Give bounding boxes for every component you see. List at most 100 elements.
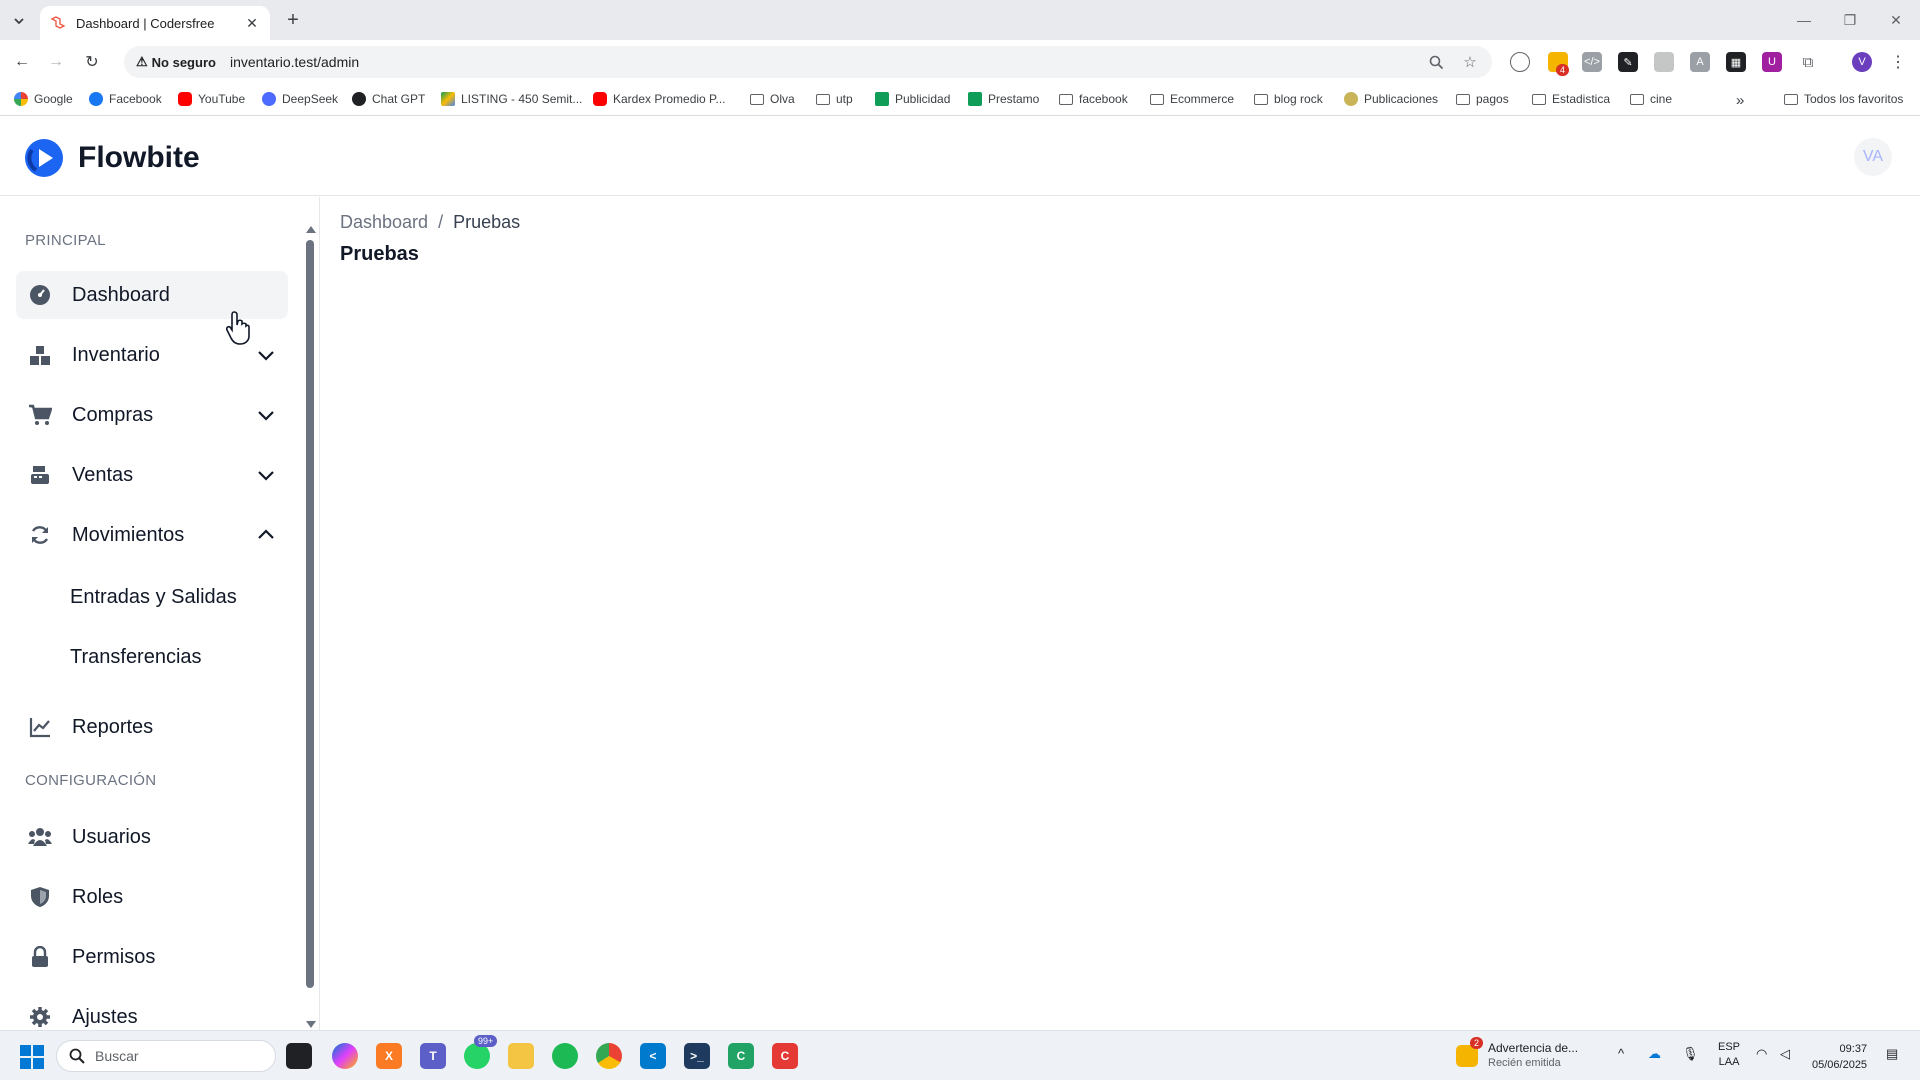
microphone-icon[interactable]: 🎙	[1682, 1046, 1699, 1062]
tab-search-button[interactable]	[8, 10, 30, 32]
copilot-icon[interactable]	[332, 1043, 358, 1069]
extension-chat-icon[interactable]	[1654, 52, 1674, 72]
zoom-icon[interactable]	[1426, 52, 1446, 72]
bookmark-kardex[interactable]: Kardex Promedio P...	[593, 92, 726, 106]
onedrive-icon[interactable]: ☁	[1648, 1046, 1661, 1062]
forward-button[interactable]: →	[44, 50, 68, 74]
sidebar-item-ajustes[interactable]: Ajustes	[16, 993, 288, 1030]
bookmark-listing[interactable]: LISTING - 450 Semit...	[441, 92, 582, 106]
bookmark-publicaciones[interactable]: Publicaciones	[1344, 92, 1438, 106]
vscode-icon[interactable]: <	[640, 1043, 666, 1069]
sidebar-item-reportes[interactable]: Reportes	[16, 703, 288, 751]
volume-icon[interactable]: ◁	[1780, 1046, 1790, 1062]
chrome-icon[interactable]	[596, 1043, 622, 1069]
extension-1-icon[interactable]	[1510, 52, 1530, 72]
system-clock[interactable]: 09:37 05/06/2025	[1812, 1041, 1867, 1073]
bookmark-cine[interactable]: cine	[1630, 92, 1672, 106]
teams-icon[interactable]: T	[420, 1043, 446, 1069]
scroll-down-arrow[interactable]	[306, 1021, 316, 1028]
all-bookmarks-button[interactable]: Todos los favoritos	[1784, 92, 1903, 106]
sheets-icon	[968, 92, 982, 106]
not-secure-indicator[interactable]: ⚠ No seguro	[136, 54, 216, 70]
close-window-button[interactable]: ✕	[1876, 8, 1916, 32]
scroll-up-arrow[interactable]	[306, 226, 316, 233]
sidebar-item-label: Ajustes	[72, 1005, 138, 1028]
restore-window-button[interactable]: ❐	[1830, 8, 1870, 32]
notification-center-icon[interactable]: ▤	[1886, 1046, 1898, 1062]
file-explorer-icon[interactable]	[508, 1043, 534, 1069]
terminal-icon[interactable]: >_	[684, 1043, 710, 1069]
language-code: ESP	[1718, 1041, 1741, 1053]
bookmark-pagos[interactable]: pagos	[1456, 92, 1509, 106]
sidebar-scrollbar-thumb[interactable]	[306, 240, 314, 988]
back-button[interactable]: ←	[10, 50, 34, 74]
extensions-puzzle-icon[interactable]: ⧉	[1798, 52, 1818, 72]
extension-code-icon[interactable]: </>	[1582, 52, 1602, 72]
folder-icon	[1532, 93, 1546, 105]
extension-badge: 4	[1556, 64, 1570, 76]
reload-button[interactable]: ↻	[80, 50, 104, 74]
profile-avatar[interactable]: V	[1852, 52, 1872, 72]
bookmark-estadistica[interactable]: Estadistica	[1532, 92, 1610, 106]
bookmark-ecommerce[interactable]: Ecommerce	[1150, 92, 1234, 106]
bookmark-label: Estadistica	[1552, 92, 1611, 106]
minimize-window-button[interactable]: —	[1784, 8, 1824, 32]
bookmark-star-icon[interactable]: ☆	[1460, 52, 1480, 72]
sidebar-item-permisos[interactable]: Permisos	[16, 933, 288, 981]
task-view-icon[interactable]	[286, 1043, 312, 1069]
camtasia-icon[interactable]: C	[728, 1043, 754, 1069]
sidebar-item-movimientos[interactable]: Movimientos	[16, 511, 288, 559]
chevron-down-icon	[258, 411, 274, 421]
whatsapp-badge: 99+	[474, 1035, 498, 1047]
users-icon	[28, 825, 52, 849]
facebook-icon	[89, 92, 103, 106]
bookmark-facebook[interactable]: Facebook	[89, 92, 162, 106]
sidebar-item-compras[interactable]: Compras	[16, 391, 288, 439]
bookmark-google[interactable]: Google	[14, 92, 73, 106]
bookmark-youtube[interactable]: YouTube	[178, 92, 245, 106]
xampp-icon[interactable]: X	[376, 1043, 402, 1069]
extension-qr-icon[interactable]: ▦	[1726, 52, 1746, 72]
browser-menu-icon[interactable]: ⋮	[1888, 52, 1908, 72]
bookmark-deepseek[interactable]: DeepSeek	[262, 92, 338, 106]
coin-icon	[1344, 92, 1358, 106]
notification-preview[interactable]: Advertencia de... Recién emitida	[1488, 1041, 1638, 1069]
bookmark-olva[interactable]: Olva	[750, 92, 795, 106]
bookmark-label: Ecommerce	[1170, 92, 1235, 106]
bookmark-facebook-folder[interactable]: facebook	[1059, 92, 1128, 106]
taskbar-search[interactable]: Buscar	[56, 1040, 276, 1072]
extension-ublock-icon[interactable]: U	[1762, 52, 1782, 72]
sidebar-subitem-entradas-salidas[interactable]: Entradas y Salidas	[70, 586, 237, 609]
sidebar-item-usuarios[interactable]: Usuarios	[16, 813, 288, 861]
close-tab-icon[interactable]: ✕	[244, 15, 260, 31]
bookmark-prestamo[interactable]: Prestamo	[968, 92, 1039, 106]
tray-chevron-icon[interactable]: ^	[1618, 1046, 1624, 1061]
sidebar-item-ventas[interactable]: Ventas	[16, 451, 288, 499]
folder-icon	[750, 93, 764, 105]
brand-logo[interactable]: Flowbite	[24, 138, 200, 178]
bookmark-chatgpt[interactable]: Chat GPT	[352, 92, 425, 106]
new-tab-button[interactable]: +	[282, 9, 304, 31]
sidebar-item-roles[interactable]: Roles	[16, 873, 288, 921]
bookmark-utp[interactable]: utp	[816, 92, 853, 106]
recorder-icon[interactable]: C	[772, 1043, 798, 1069]
address-bar[interactable]: ⚠ No seguro inventario.test/admin ☆	[124, 46, 1492, 78]
extension-abp-icon[interactable]: A	[1690, 52, 1710, 72]
spotify-icon[interactable]	[552, 1043, 578, 1069]
bookmark-publicidad[interactable]: Publicidad	[875, 92, 950, 106]
bookmark-label: utp	[836, 92, 853, 106]
wifi-icon[interactable]: ◠	[1756, 1046, 1767, 1062]
bookmark-blog-rock[interactable]: blog rock	[1254, 92, 1323, 106]
youtube-icon	[178, 92, 192, 106]
brand-name: Flowbite	[78, 141, 200, 174]
language-indicator[interactable]: ESP LAA	[1718, 1040, 1740, 1070]
breadcrumb-dashboard-link[interactable]: Dashboard	[340, 212, 428, 233]
browser-tab-active[interactable]: Dashboard | Codersfree ✕	[40, 6, 270, 40]
extension-pen-icon[interactable]: ✎	[1618, 52, 1638, 72]
bookmarks-overflow-button[interactable]: »	[1736, 92, 1744, 109]
lock-icon	[28, 945, 52, 969]
user-avatar[interactable]: VA	[1854, 138, 1892, 176]
windows-start-icon[interactable]	[20, 1045, 44, 1069]
section-configuracion: CONFIGURACIÓN	[25, 772, 157, 789]
sidebar-subitem-transferencias[interactable]: Transferencias	[70, 646, 202, 669]
